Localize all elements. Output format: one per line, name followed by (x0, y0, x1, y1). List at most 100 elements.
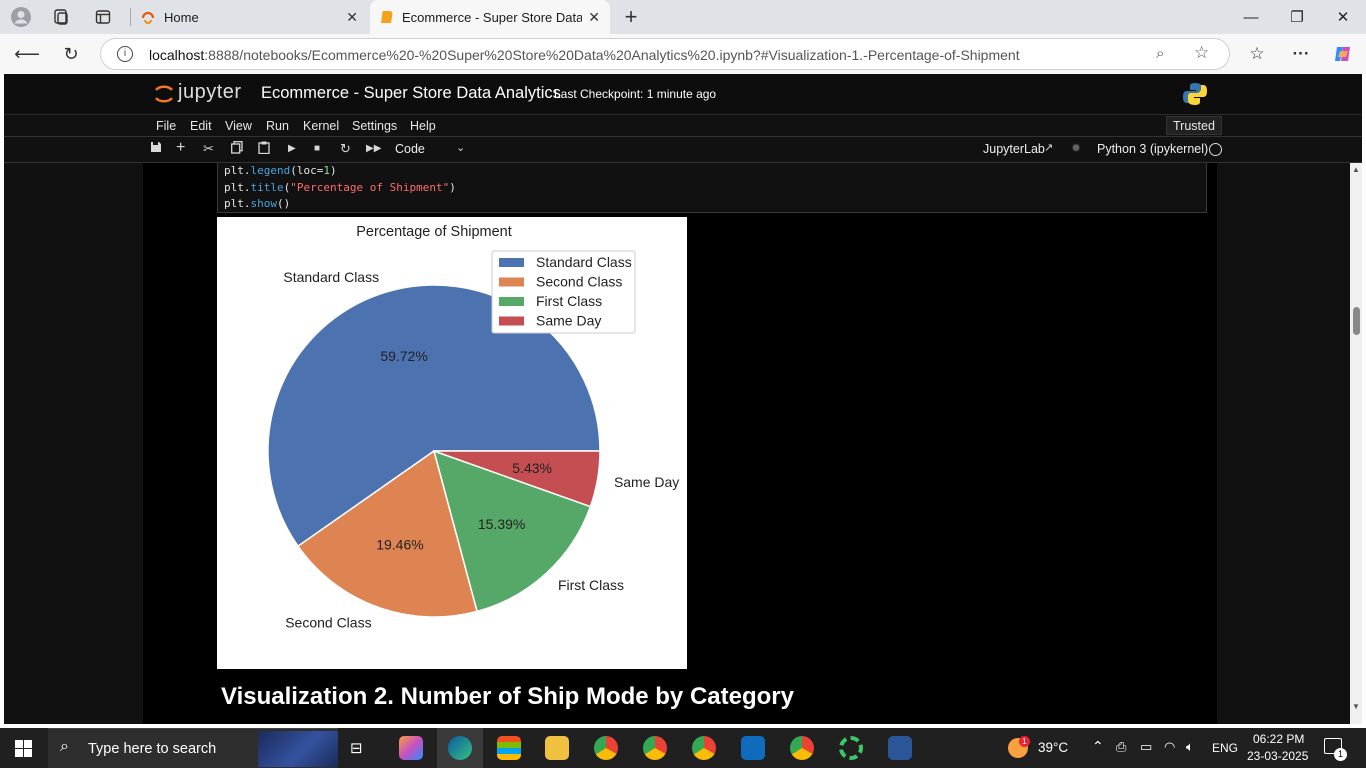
clock-date[interactable]: 23-03-2025 (1247, 749, 1308, 763)
file-explorer-icon[interactable] (545, 736, 569, 760)
tab-home[interactable]: Home ✕ (132, 0, 368, 34)
kernel-name[interactable]: Python 3 (ipykernel) (1097, 142, 1208, 156)
right-gutter (1217, 163, 1350, 724)
scrollbar[interactable]: ▲ ▼ (1350, 163, 1362, 724)
info-icon[interactable]: i (117, 46, 133, 62)
url-field[interactable]: i localhost:8888/notebooks/Ecommerce%20-… (100, 38, 1230, 70)
cell-type-select[interactable]: Code (395, 142, 425, 156)
progress-app-icon[interactable] (839, 736, 863, 760)
tab-notebook-label: Ecommerce - Super Store Data Ar (402, 9, 582, 25)
notebook-toolbar: + ✂ ▶ ■ ↻ ▶▶ Code ⌄ JupyterLab ↗ ✹ Pytho… (4, 136, 1362, 163)
menu-kernel[interactable]: Kernel (303, 119, 339, 133)
word-icon[interactable] (888, 736, 912, 760)
wifi-icon[interactable]: ◠ (1164, 739, 1175, 755)
edge-icon[interactable] (448, 736, 472, 760)
notebook-title[interactable]: Ecommerce - Super Store Data Analytics (261, 84, 561, 103)
notebook-favicon-icon (378, 9, 394, 28)
pie-percent-label: 5.43% (512, 460, 552, 476)
workspaces-icon[interactable] (50, 6, 72, 28)
menu-edit[interactable]: Edit (190, 119, 212, 133)
browser-tab-strip: Home ✕ Ecommerce - Super Store Data Ar ✕… (0, 0, 1366, 34)
scroll-up-icon[interactable]: ▲ (1352, 165, 1360, 174)
chrome-profile-icon[interactable] (790, 736, 814, 760)
more-icon[interactable]: ··· (1290, 43, 1312, 65)
trusted-badge[interactable]: Trusted (1166, 116, 1222, 135)
battery-icon[interactable]: ▭ (1140, 739, 1152, 755)
chrome-profile-icon[interactable] (643, 736, 667, 760)
close-window-button[interactable]: ✕ (1320, 0, 1366, 34)
stop-icon[interactable]: ■ (314, 143, 320, 154)
pie-percent-label: 59.72% (380, 348, 427, 364)
volume-icon[interactable]: 🔈︎ (1186, 739, 1194, 755)
menu-bar: File Edit View Run Kernel Settings Help … (4, 114, 1362, 136)
chevron-up-icon[interactable]: ⌃ (1092, 738, 1104, 755)
chart-title: Percentage of Shipment (356, 224, 512, 240)
scrollbar-thumb[interactable] (1353, 307, 1360, 335)
taskbar-search[interactable]: ⌕ Type here to search (48, 728, 338, 768)
code-line: plt.show() (224, 197, 291, 210)
back-icon[interactable]: ⟵ (14, 43, 40, 65)
tab-actions-icon[interactable] (92, 6, 114, 28)
cut-icon[interactable]: ✂ (203, 141, 214, 157)
meet-icon[interactable]: ⎙ (1116, 739, 1126, 755)
copilot-taskbar-icon[interactable] (399, 736, 423, 760)
zoom-icon[interactable]: ⌕ (1156, 45, 1164, 62)
legend-label: Standard Class (536, 254, 632, 270)
restart-icon[interactable]: ↻ (340, 141, 351, 157)
code-line: plt.legend(loc=1) (224, 164, 337, 177)
tab-home-label: Home (164, 9, 199, 25)
markdown-heading: Visualization 2. Number of Ship Mode by … (221, 683, 794, 710)
restore-button[interactable]: ❐ (1274, 0, 1320, 34)
outlook-icon[interactable] (741, 736, 765, 760)
task-view-icon[interactable]: ⊟ (350, 739, 363, 757)
notebook-area[interactable]: plt.legend(loc=1) plt.title("Percentage … (143, 163, 1217, 724)
menu-view[interactable]: View (225, 119, 252, 133)
jupyter-app: jupyter Ecommerce - Super Store Data Ana… (4, 74, 1362, 724)
search-highlight-icon (258, 731, 338, 767)
pie-chart-svg: 59.72% Standard Class 19.46% Second Class 15… (267, 224, 679, 631)
menu-file[interactable]: File (156, 119, 176, 133)
store-icon[interactable] (497, 736, 521, 760)
tab-divider (130, 8, 131, 26)
external-link-icon[interactable]: ↗ (1044, 141, 1053, 154)
menu-run[interactable]: Run (266, 119, 289, 133)
chrome-icon[interactable] (594, 736, 618, 760)
legend-swatch (499, 316, 524, 326)
new-tab-icon[interactable]: + (620, 4, 642, 29)
jupyterlab-link[interactable]: JupyterLab (983, 142, 1045, 156)
legend-swatch (499, 277, 524, 287)
tab-notebook[interactable]: Ecommerce - Super Store Data Ar ✕ (370, 0, 610, 34)
favorites-icon[interactable]: ☆ (1246, 43, 1268, 65)
add-cell-icon[interactable]: + (176, 139, 185, 157)
pie-category-label: Standard Class (283, 269, 379, 285)
copilot-icon[interactable] (1332, 43, 1354, 65)
language-indicator[interactable]: ENG (1212, 741, 1238, 755)
jupyter-header: jupyter Ecommerce - Super Store Data Ana… (4, 74, 1362, 114)
close-tab-icon[interactable]: ✕ (588, 9, 600, 26)
search-icon: ⌕ (60, 738, 69, 755)
pie-chart-output: 59.72% Standard Class 19.46% Second Class 15… (217, 217, 687, 669)
url-text: localhost:8888/notebooks/Ecommerce%20-%2… (149, 47, 1020, 63)
favorite-icon[interactable]: ☆ (1194, 43, 1209, 63)
run-icon[interactable]: ▶ (288, 143, 296, 154)
menu-settings[interactable]: Settings (352, 119, 397, 133)
clock-time[interactable]: 06:22 PM (1253, 732, 1304, 746)
minimize-button[interactable]: — (1228, 0, 1274, 34)
code-cell[interactable]: plt.legend(loc=1) plt.title("Percentage … (217, 163, 1207, 213)
pie-percent-label: 19.46% (376, 537, 423, 553)
paste-icon[interactable] (258, 141, 270, 157)
scroll-down-icon[interactable]: ▼ (1352, 702, 1360, 711)
menu-help[interactable]: Help (410, 119, 436, 133)
pie-category-label: First Class (558, 577, 624, 593)
refresh-icon[interactable]: ↻ (60, 43, 82, 65)
gear-icon: ✹ (1071, 141, 1082, 155)
close-tab-icon[interactable]: ✕ (346, 9, 358, 26)
run-all-icon[interactable]: ▶▶ (366, 143, 381, 154)
copy-icon[interactable] (231, 141, 243, 157)
chrome-profile-icon[interactable] (692, 736, 716, 760)
save-icon[interactable] (150, 141, 162, 156)
chevron-down-icon[interactable]: ⌄ (456, 141, 465, 154)
windows-start-icon[interactable] (15, 740, 32, 760)
weather-temperature[interactable]: 39°C (1038, 740, 1068, 755)
profile-icon[interactable] (10, 6, 32, 28)
